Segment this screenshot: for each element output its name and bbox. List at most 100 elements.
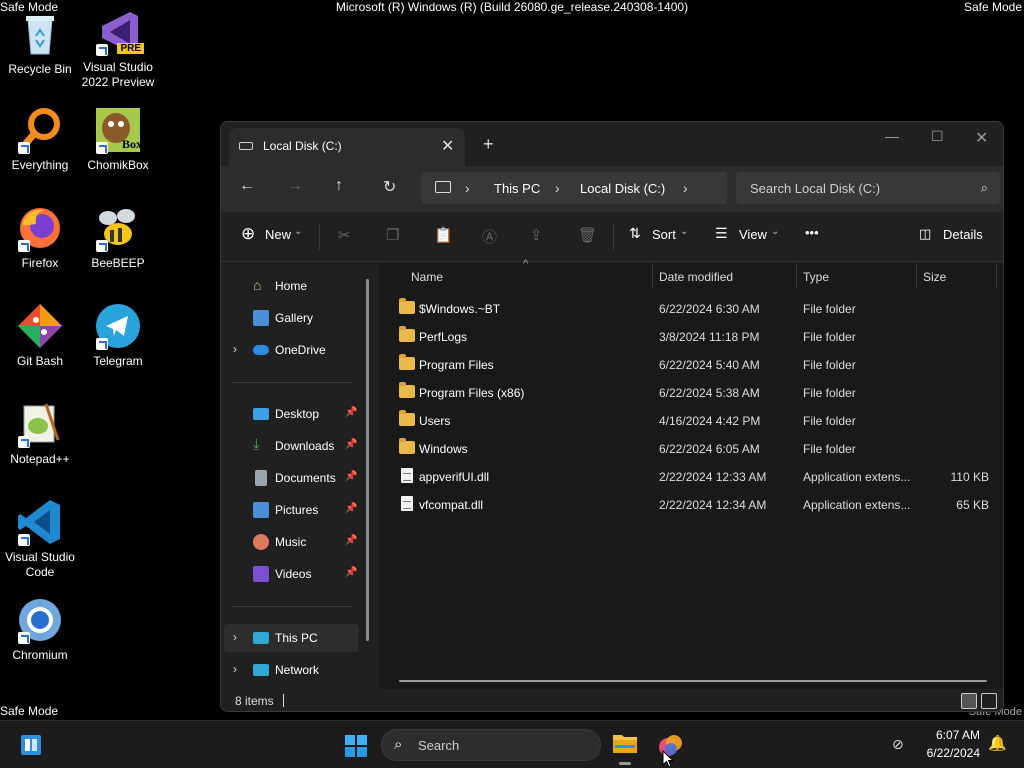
sort-button[interactable]: Sort (652, 227, 676, 242)
rename-icon[interactable]: Ⓐ (482, 226, 497, 247)
pin-icon[interactable]: 📌 (345, 535, 357, 546)
desktop-icon-recycle-bin[interactable]: Recycle Bin (0, 10, 80, 77)
column-header-date[interactable]: Date modified (659, 270, 733, 284)
file-date: 6/22/2024 6:05 AM (659, 442, 760, 456)
column-divider[interactable] (796, 263, 797, 289)
sidebar-item-music[interactable]: Music 📌 (221, 528, 371, 556)
chevron-right-icon[interactable]: › (465, 180, 470, 196)
paste-icon[interactable]: 📋 (434, 226, 453, 244)
sidebar-item-pictures[interactable]: Pictures 📌 (221, 496, 371, 524)
up-arrow-icon[interactable]: ↑ (335, 177, 343, 195)
table-row[interactable]: appverifUI.dll 2/22/2024 12:33 AM Applic… (379, 462, 1003, 490)
pin-icon[interactable]: 📌 (345, 567, 357, 578)
sidebar-item-gallery[interactable]: Gallery (221, 304, 371, 332)
table-row[interactable]: vfcompat.dll 2/22/2024 12:34 AM Applicat… (379, 490, 1003, 518)
more-options-button[interactable]: ••• (805, 225, 819, 240)
pin-icon[interactable]: 📌 (345, 471, 357, 482)
title-bar[interactable]: Local Disk (C:) ✕ + — ☐ ✕ (221, 122, 1003, 166)
copy-icon[interactable]: ❐ (386, 226, 399, 244)
sidebar-item-videos[interactable]: Videos 📌 (221, 560, 371, 588)
tiles-view-button[interactable] (981, 693, 997, 709)
search-icon[interactable]: ⌕ (981, 180, 988, 196)
column-divider[interactable] (996, 263, 997, 289)
pin-icon[interactable]: 📌 (345, 503, 357, 514)
minimize-button[interactable]: — (885, 128, 899, 144)
forward-arrow-icon[interactable]: → (287, 177, 303, 195)
column-header-size[interactable]: Size (923, 270, 946, 284)
view-icon[interactable]: ☰ (715, 225, 728, 242)
chevron-down-icon[interactable]: ⌄ (294, 226, 302, 237)
notification-bell-icon[interactable]: 🔔 (988, 734, 1007, 752)
pin-icon[interactable]: 📌 (345, 439, 357, 450)
desktop-icon-git-bash[interactable]: Git Bash (0, 302, 80, 369)
tab-local-disk[interactable]: Local Disk (C:) ✕ (229, 128, 465, 166)
sidebar-item-home[interactable]: ⌂ Home (221, 272, 371, 300)
desktop-icon-chomikbox[interactable]: Box ChomikBox (78, 106, 158, 173)
safe-mode-label-top-right: Safe Mode (963, 0, 1022, 14)
desktop-icon-visual-studio-preview[interactable]: PRE Visual Studio 2022 Preview (78, 8, 158, 90)
pin-icon[interactable]: 📌 (345, 407, 357, 418)
desktop-icon-telegram[interactable]: Telegram (78, 302, 158, 369)
table-row[interactable]: $Windows.~BT 6/22/2024 6:30 AM File fold… (379, 294, 1003, 322)
table-row[interactable]: Program Files (x86) 6/22/2024 5:38 AM Fi… (379, 378, 1003, 406)
refresh-icon[interactable]: ↻ (383, 177, 396, 197)
breadcrumb-local-disk[interactable]: Local Disk (C:) (580, 181, 665, 196)
back-arrow-icon[interactable]: ← (239, 177, 255, 195)
address-bar[interactable]: › This PC › Local Disk (C:) › (421, 172, 727, 204)
horizontal-scrollbar[interactable] (399, 680, 987, 682)
view-button[interactable]: View (739, 227, 767, 242)
sidebar-scrollbar[interactable] (366, 279, 369, 641)
file-explorer-taskbar-icon[interactable] (612, 731, 638, 755)
table-row[interactable]: Windows 6/22/2024 6:05 AM File folder (379, 434, 1003, 462)
network-disconnected-icon[interactable]: ⊘ (892, 736, 904, 753)
close-window-button[interactable]: ✕ (975, 128, 988, 148)
desktop-icon-firefox[interactable]: Firefox (0, 204, 80, 271)
expand-chevron-icon[interactable]: › (233, 342, 237, 356)
expand-chevron-icon[interactable]: › (233, 662, 237, 676)
desktop-icon-vscode[interactable]: Visual Studio Code (0, 498, 80, 580)
clock-time[interactable]: 6:07 AM (910, 728, 980, 742)
column-header-type[interactable]: Type (803, 270, 829, 284)
sort-icon[interactable]: ⇅ (629, 225, 641, 242)
table-row[interactable]: Users 4/16/2024 4:42 PM File folder (379, 406, 1003, 434)
desktop-icon-everything[interactable]: Everything (0, 106, 80, 173)
file-name: Users (419, 414, 451, 428)
chevron-right-icon[interactable]: › (683, 180, 688, 196)
table-row[interactable]: PerfLogs 3/8/2024 11:18 PM File folder (379, 322, 1003, 350)
details-pane-icon[interactable]: ◫ (919, 226, 931, 242)
chevron-down-icon[interactable]: ⌄ (771, 226, 779, 237)
delete-icon[interactable]: 🗑 (578, 226, 597, 244)
desktop-icon-chromium[interactable]: Chromium (0, 596, 80, 663)
sidebar-item-network[interactable]: › Network (221, 656, 371, 684)
clock-date[interactable]: 6/22/2024 (910, 746, 980, 760)
new-button[interactable]: New (265, 227, 291, 242)
table-row[interactable]: Program Files 6/22/2024 5:40 AM File fol… (379, 350, 1003, 378)
sidebar-item-onedrive[interactable]: › OneDrive (221, 336, 371, 364)
tab-close-icon[interactable]: ✕ (441, 136, 454, 156)
details-button[interactable]: Details (943, 227, 983, 242)
chevron-down-icon[interactable]: ⌄ (680, 226, 688, 237)
expand-chevron-icon[interactable]: › (233, 630, 237, 644)
plus-circle-icon[interactable]: ⊕ (241, 224, 255, 244)
search-box[interactable]: ⌕ (736, 172, 1000, 204)
breadcrumb-this-pc[interactable]: This PC (494, 181, 540, 196)
widgets-icon[interactable] (20, 734, 42, 756)
share-icon[interactable]: ⇪ (530, 226, 543, 244)
column-divider[interactable] (916, 263, 917, 289)
details-view-button[interactable] (961, 693, 977, 709)
search-input[interactable] (750, 172, 970, 204)
sidebar-item-documents[interactable]: Documents 📌 (221, 464, 371, 492)
desktop-icon-beebeep[interactable]: BeeBEEP (78, 204, 158, 271)
chevron-right-icon[interactable]: › (555, 180, 560, 196)
maximize-button[interactable]: ☐ (931, 128, 944, 145)
new-tab-button[interactable]: + (483, 134, 494, 155)
taskbar-search[interactable]: ⌕ Search (381, 729, 601, 761)
column-divider[interactable] (652, 263, 653, 289)
sidebar-item-downloads[interactable]: ⤓ Downloads 📌 (221, 432, 371, 460)
desktop-icon-notepad-plus-plus[interactable]: Notepad++ (0, 400, 80, 467)
sidebar-item-this-pc[interactable]: › This PC (224, 624, 359, 652)
column-header-name[interactable]: Name (411, 270, 443, 284)
sidebar-item-desktop[interactable]: Desktop 📌 (221, 400, 371, 428)
start-windows-icon[interactable] (344, 734, 368, 758)
cut-icon[interactable]: ✂ (338, 226, 351, 244)
